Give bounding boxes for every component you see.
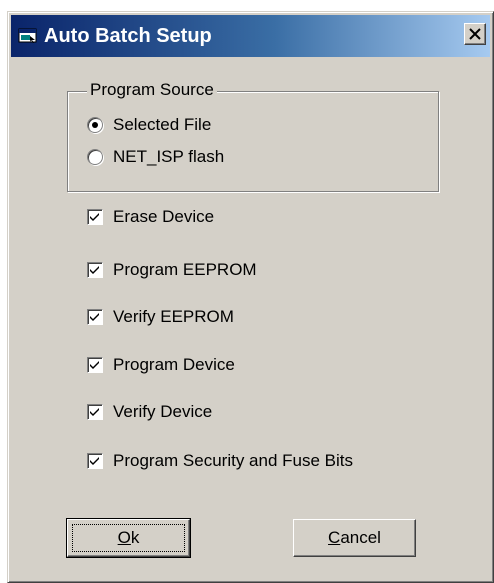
- focus-rectangle: [72, 524, 185, 552]
- cancel-button[interactable]: Cancel: [293, 519, 416, 557]
- checkbox-label: Program Device: [113, 355, 235, 374]
- checkbox-program-security-fuse-bits[interactable]: Program Security and Fuse Bits: [87, 449, 353, 473]
- checkbox-program-device[interactable]: Program Device: [87, 353, 235, 377]
- checkmark-icon: [90, 361, 99, 369]
- program-source-group: [67, 91, 439, 192]
- ok-button[interactable]: Ok: [66, 518, 191, 558]
- checkmark-icon: [90, 313, 99, 321]
- program-source-legend: Program Source: [87, 79, 217, 101]
- app-window-icon: [18, 27, 38, 44]
- checkbox-label: Erase Device: [113, 207, 215, 226]
- checkmark-icon: [90, 457, 99, 465]
- title-bar[interactable]: Auto Batch Setup: [11, 15, 490, 57]
- checkbox-verify-device[interactable]: Verify Device: [87, 400, 212, 424]
- radio-label: Selected File: [113, 115, 212, 134]
- radio-net-isp-flash[interactable]: NET_ISP flash: [87, 145, 224, 169]
- checkmark-icon: [90, 266, 99, 274]
- checkbox[interactable]: [87, 309, 103, 325]
- radio-button[interactable]: [87, 149, 103, 165]
- checkbox-label: Verify Device: [113, 402, 213, 421]
- checkbox[interactable]: [87, 262, 103, 278]
- checkmark-icon: [90, 408, 99, 416]
- checkbox[interactable]: [87, 404, 103, 420]
- checkbox-program-eeprom[interactable]: Program EEPROM: [87, 258, 257, 282]
- auto-batch-setup-dialog: Auto Batch Setup Program Source Selected…: [7, 11, 494, 583]
- checkbox[interactable]: [87, 357, 103, 373]
- checkbox-label: Verify EEPROM: [113, 307, 234, 326]
- radio-button[interactable]: [87, 117, 103, 133]
- checkmark-icon: [90, 213, 99, 221]
- checkbox[interactable]: [87, 453, 103, 469]
- window-title: Auto Batch Setup: [44, 25, 212, 47]
- radio-selected-dot: [92, 122, 98, 128]
- checkbox[interactable]: [87, 209, 103, 225]
- close-button[interactable]: [464, 23, 486, 45]
- close-icon: [469, 28, 481, 40]
- checkbox-label: Program Security and Fuse Bits: [113, 451, 353, 470]
- checkbox-label: Program EEPROM: [113, 260, 257, 279]
- cancel-button-label: Cancel: [328, 528, 381, 547]
- checkbox-verify-eeprom[interactable]: Verify EEPROM: [87, 305, 234, 329]
- checkbox-erase-device[interactable]: Erase Device: [87, 205, 214, 229]
- radio-label: NET_ISP flash: [113, 147, 225, 166]
- radio-selected-file[interactable]: Selected File: [87, 113, 211, 137]
